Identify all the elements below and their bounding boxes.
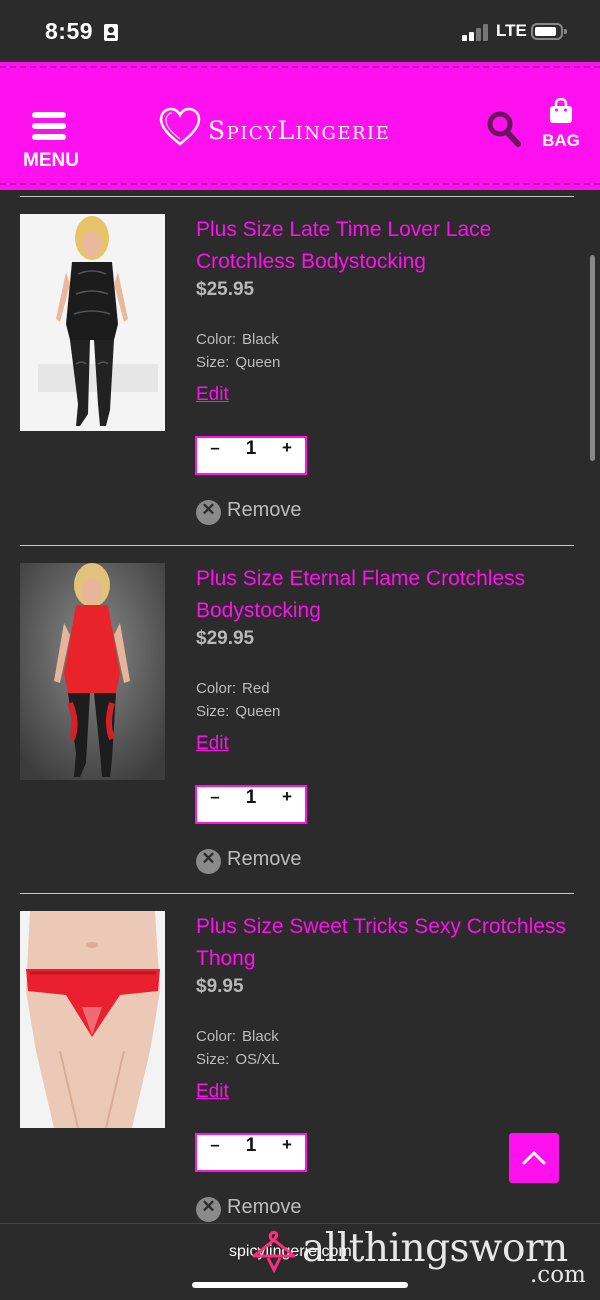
size-value: Queen [235, 703, 281, 720]
color-option: Color: Red [196, 680, 270, 697]
quantity-stepper: – 1 + [195, 436, 307, 475]
cart-item: Plus Size Late Time Lover Lace Crotchles… [0, 214, 600, 554]
heart-logo-icon [159, 107, 201, 146]
hanger-logo-icon [252, 1230, 296, 1274]
bag-label: BAG [542, 131, 580, 150]
close-icon: ✕ [196, 849, 221, 874]
color-value: Black [242, 331, 279, 348]
product-image-figure [20, 214, 165, 431]
divider [20, 545, 574, 546]
close-icon: ✕ [196, 500, 221, 525]
quantity-value[interactable]: 1 [233, 1135, 269, 1170]
product-image[interactable] [20, 563, 165, 780]
quantity-value[interactable]: 1 [233, 438, 269, 473]
chevron-up-icon [522, 1151, 546, 1165]
increase-quantity-button[interactable]: + [269, 787, 305, 822]
size-option: Size: Queen [196, 703, 280, 720]
close-icon: ✕ [196, 1197, 221, 1222]
status-bar: 8:59 LTE [0, 0, 600, 62]
size-label: Size: [196, 703, 230, 720]
size-value: Queen [235, 354, 281, 371]
decrease-quantity-button[interactable]: – [197, 438, 233, 473]
edit-link[interactable]: Edit [196, 384, 229, 406]
menu-button[interactable]: MENU [18, 110, 84, 172]
cart-item: Plus Size Sweet Tricks Sexy Crotchless T… [0, 911, 600, 1251]
product-image[interactable] [20, 911, 165, 1128]
size-label: Size: [196, 354, 230, 371]
quantity-stepper: – 1 + [195, 785, 307, 824]
product-name[interactable]: Plus Size Sweet Tricks Sexy Crotchless T… [196, 911, 576, 975]
product-price: $25.95 [196, 279, 255, 300]
watermark-text: allthingsworn [302, 1226, 568, 1271]
search-button[interactable] [486, 110, 522, 148]
edit-link[interactable]: Edit [196, 1081, 229, 1103]
product-name[interactable]: Plus Size Eternal Flame Crotchless Bodys… [196, 563, 576, 627]
product-image[interactable] [20, 214, 165, 431]
divider [20, 196, 574, 197]
product-image-figure [20, 563, 165, 780]
increase-quantity-button[interactable]: + [269, 1135, 305, 1170]
browser-address-bar: spicylingerie.com allthingsworn .com [0, 1223, 600, 1300]
color-value: Black [242, 1028, 279, 1045]
status-time: 8:59 [45, 18, 94, 44]
bag-button[interactable]: BAG [536, 98, 586, 154]
menu-label: MENU [23, 150, 79, 171]
product-name[interactable]: Plus Size Late Time Lover Lace Crotchles… [196, 214, 576, 278]
size-option: Size: OS/XL [196, 1051, 280, 1068]
color-option: Color: Black [196, 1028, 279, 1045]
color-label: Color: [196, 1028, 237, 1045]
back-to-top-button[interactable] [509, 1133, 559, 1183]
size-option: Size: Queen [196, 354, 280, 371]
remove-label: Remove [227, 499, 302, 521]
search-icon [487, 111, 521, 147]
remove-label: Remove [227, 848, 302, 870]
quantity-stepper: – 1 + [195, 1133, 307, 1172]
size-value: OS/XL [235, 1051, 280, 1068]
color-option: Color: Black [196, 331, 279, 348]
home-indicator[interactable] [192, 1282, 408, 1288]
remove-label: Remove [227, 1196, 302, 1218]
id-card-icon [104, 24, 118, 41]
site-header: MENU SpicyLingerie BAG [0, 62, 600, 190]
decrease-quantity-button[interactable]: – [197, 1135, 233, 1170]
battery-icon [531, 23, 567, 40]
quantity-value[interactable]: 1 [233, 787, 269, 822]
logo-text: SpicyLingerie [208, 116, 391, 145]
color-value: Red [242, 680, 270, 697]
product-price: $29.95 [196, 628, 255, 649]
product-price: $9.95 [196, 976, 244, 997]
product-image-figure [20, 911, 165, 1128]
bag-icon [550, 98, 572, 123]
color-label: Color: [196, 331, 237, 348]
size-label: Size: [196, 1051, 230, 1068]
decrease-quantity-button[interactable]: – [197, 787, 233, 822]
edit-link[interactable]: Edit [196, 733, 229, 755]
cart-item: Plus Size Eternal Flame Crotchless Bodys… [0, 563, 600, 903]
color-label: Color: [196, 680, 237, 697]
increase-quantity-button[interactable]: + [269, 438, 305, 473]
watermark-suffix: .com [530, 1262, 586, 1288]
network-label: LTE [496, 21, 527, 40]
signal-icon [462, 24, 490, 41]
divider [20, 893, 574, 894]
site-logo[interactable]: SpicyLingerie [158, 106, 420, 166]
